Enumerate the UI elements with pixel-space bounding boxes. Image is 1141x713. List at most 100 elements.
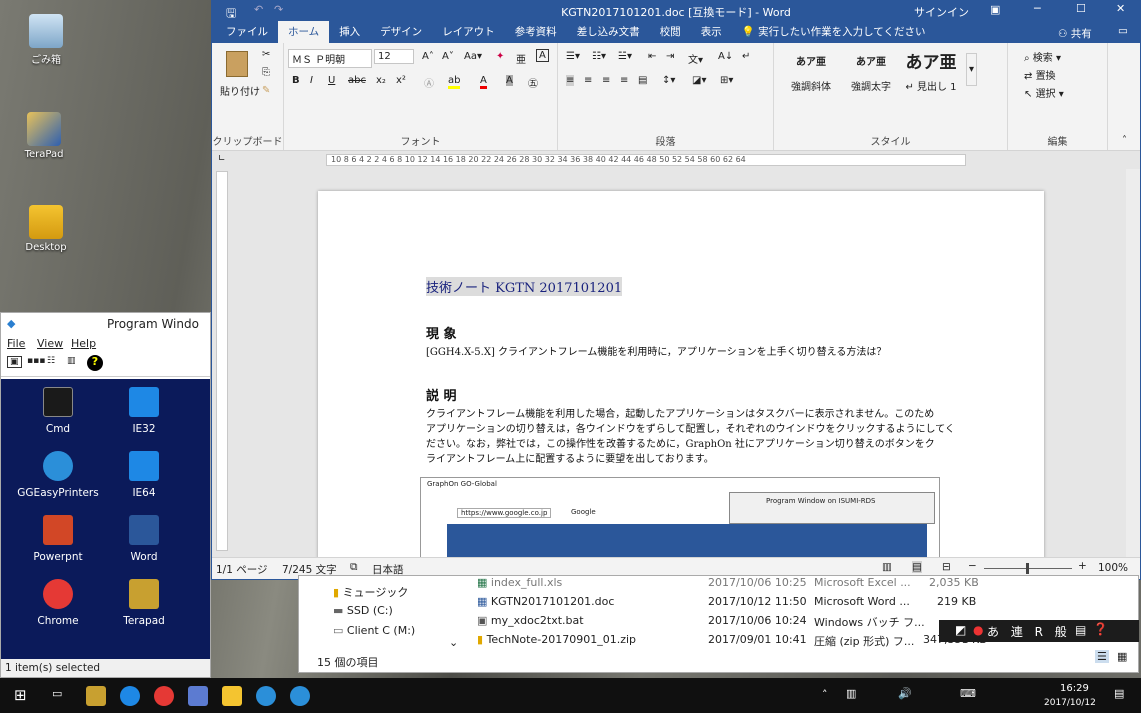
cut-icon[interactable]: ✂: [262, 49, 270, 60]
program-item-cmd[interactable]: Cmd: [13, 387, 103, 435]
bullets-icon[interactable]: ☰▾: [566, 51, 580, 62]
align-right-icon[interactable]: ≡: [602, 75, 610, 86]
underline-icon[interactable]: U: [328, 75, 335, 86]
strikethrough-icon[interactable]: abc: [348, 75, 366, 86]
program-item-ie32[interactable]: IE32: [99, 387, 189, 435]
details-view-icon[interactable]: ☰: [1095, 650, 1109, 663]
numbering-icon[interactable]: ☷▾: [592, 51, 606, 62]
enclose-char-icon[interactable]: ㊄: [528, 75, 538, 90]
superscript-icon[interactable]: x²: [396, 75, 406, 86]
doc-section2-line4[interactable]: ライアントフレーム上に配置するように要望を出しております。: [426, 450, 714, 465]
read-mode-icon[interactable]: ▥: [882, 561, 892, 573]
details-icon[interactable]: ▥: [67, 356, 76, 366]
borders-icon[interactable]: ⊞▾: [720, 75, 733, 86]
decrease-indent-icon[interactable]: ⇤: [648, 51, 656, 62]
page-count[interactable]: 1/1 ページ: [216, 562, 268, 577]
change-case-icon[interactable]: Aa▾: [464, 51, 482, 62]
line-spacing-icon[interactable]: ↕▾: [662, 75, 675, 86]
keyboard-icon[interactable]: ⌨: [960, 687, 976, 700]
file-row[interactable]: ▦ KGTN2017101201.doc 2017/10/12 11:50 Mi…: [477, 595, 976, 608]
paste-icon[interactable]: [226, 51, 248, 77]
network-icon[interactable]: ▥: [846, 687, 856, 700]
styles-more-icon[interactable]: ▾: [966, 53, 978, 86]
large-icons-icon[interactable]: ▣: [7, 356, 22, 368]
task-view-button[interactable]: ▭: [52, 687, 62, 700]
asian-layout-icon[interactable]: 文▾: [688, 51, 703, 66]
ie-taskbar-icon[interactable]: [120, 686, 140, 706]
tab-home[interactable]: ホーム: [278, 21, 330, 43]
sort-icon[interactable]: A↓: [718, 51, 733, 62]
clear-format-icon[interactable]: ✦: [496, 51, 504, 62]
doc-heading[interactable]: 技術ノート KGTN 2017101201: [426, 277, 623, 296]
text-effects-icon[interactable]: Ⓐ: [424, 75, 434, 90]
zoom-slider-thumb[interactable]: [1026, 563, 1029, 574]
file-row[interactable]: ▣ my_xdoc2txt.bat 2017/10/06 10:24 Windo…: [477, 614, 925, 629]
paste-label[interactable]: 貼り付け: [220, 83, 260, 98]
style-emphasis-bold[interactable]: あア亜 強調太字: [842, 48, 900, 100]
nav-item-music[interactable]: ▮ ミュージック: [333, 584, 408, 600]
tab-layout[interactable]: レイアウト: [432, 21, 505, 43]
tab-references[interactable]: 参考資料: [505, 21, 567, 43]
program-item-word[interactable]: Word: [99, 515, 189, 563]
zoom-level[interactable]: 100%: [1098, 562, 1128, 574]
shading-icon[interactable]: ◪▾: [692, 75, 706, 86]
web-layout-icon[interactable]: ⊟: [942, 561, 951, 573]
tab-design[interactable]: デザイン: [370, 21, 432, 43]
zoom-out-button[interactable]: −: [968, 560, 977, 572]
justify-icon[interactable]: ≡: [620, 75, 628, 86]
align-left-icon[interactable]: ≡: [566, 75, 575, 86]
share-button[interactable]: ⚇ 共有: [1058, 26, 1092, 41]
doc-section1-title[interactable]: 現 象: [426, 323, 457, 342]
multilevel-list-icon[interactable]: ☱▾: [618, 51, 632, 62]
italic-icon[interactable]: I: [310, 75, 313, 86]
show-marks-icon[interactable]: ↵: [742, 51, 750, 62]
shrink-font-icon[interactable]: A˅: [442, 51, 454, 62]
file-row[interactable]: ▦ index_full.xls 2017/10/06 10:25 Micros…: [477, 576, 979, 589]
program-item-terapad[interactable]: Terapad: [99, 579, 189, 627]
doc-section2-line1[interactable]: クライアントフレーム機能を利用した場合，起動したアプリケーションはタスクバーに表…: [426, 405, 934, 420]
tab-view[interactable]: 表示: [691, 21, 732, 43]
file-row[interactable]: ▮ TechNote-20170901_01.zip 2017/09/01 10…: [477, 633, 987, 648]
ime-help-icon[interactable]: ❓: [1093, 622, 1108, 636]
char-shading-icon[interactable]: A: [506, 75, 513, 86]
font-color-icon[interactable]: A: [480, 75, 487, 89]
document-page[interactable]: 技術ノート KGTN 2017101201 現 象 [GGH4.X-5.X] ク…: [318, 191, 1044, 557]
chevron-down-icon[interactable]: ⌄: [449, 636, 458, 649]
print-layout-icon[interactable]: ▤: [912, 561, 922, 573]
tray-chevron-icon[interactable]: ˄: [822, 688, 828, 701]
menu-file[interactable]: File: [7, 337, 25, 350]
tab-selector-icon[interactable]: ∟: [218, 154, 226, 164]
menu-help[interactable]: Help: [71, 337, 96, 350]
volume-icon[interactable]: 🔊: [898, 687, 912, 700]
collapse-ribbon-icon[interactable]: ˄: [1122, 135, 1127, 146]
doc-section2-line3[interactable]: ださい。なお，弊社では，この操作性を改善するために，GraphOn 社にアプリケ…: [426, 435, 935, 450]
tab-review[interactable]: 校閲: [650, 21, 691, 43]
tab-mailings[interactable]: 差し込み文書: [567, 21, 650, 43]
large-icons-view-icon[interactable]: ▦: [1117, 650, 1127, 663]
app-taskbar-icon[interactable]: [188, 686, 208, 706]
clock-date[interactable]: 2017/10/12: [1044, 698, 1096, 708]
style-heading-1[interactable]: あア亜 ↵ 見出し 1: [902, 48, 960, 100]
tab-file[interactable]: ファイル: [216, 21, 278, 43]
style-emphasis-italic[interactable]: あア亜 強調斜体: [782, 48, 840, 100]
font-name-select[interactable]: ＭＳ Ｐ明朝: [288, 49, 372, 68]
chrome-taskbar-icon[interactable]: [154, 686, 174, 706]
program-item-powerpnt[interactable]: Powerpnt: [13, 515, 103, 563]
nav-item-client-c[interactable]: ▭ Client C (M:): [333, 624, 415, 637]
minimize-button[interactable]: ─: [1034, 2, 1041, 15]
find-button[interactable]: ⌕ 検索 ▾: [1024, 49, 1061, 64]
desktop-icon-recycle-bin[interactable]: ごみ箱: [8, 14, 84, 66]
tab-insert[interactable]: 挿入: [329, 21, 370, 43]
terapad-taskbar-icon[interactable]: [86, 686, 106, 706]
start-button[interactable]: ⊞: [14, 686, 27, 704]
list-icon[interactable]: ☷: [47, 356, 55, 366]
highlight-icon[interactable]: ab: [448, 75, 461, 89]
copy-icon[interactable]: ⎘: [262, 67, 270, 78]
bold-icon[interactable]: B: [292, 75, 300, 86]
small-icons-icon[interactable]: ▪▪▪: [27, 356, 45, 366]
embedded-screenshot[interactable]: GraphOn GO-Global https://www.google.co.…: [420, 477, 940, 557]
ime-toolbar[interactable]: ◩ ● あ 連 R 般 ▤ ❓: [939, 620, 1139, 642]
explorer-taskbar-icon[interactable]: [222, 686, 242, 706]
comments-icon[interactable]: ▭: [1118, 25, 1128, 37]
zoom-in-button[interactable]: +: [1078, 560, 1087, 572]
